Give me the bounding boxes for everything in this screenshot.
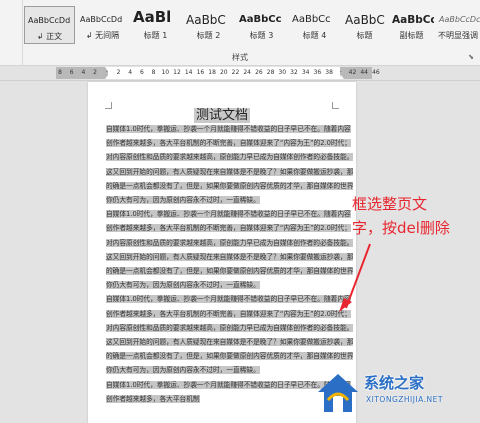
ruler-tick-label: 12 [173, 69, 181, 76]
style-no-spacing[interactable]: AaBbCcDd ↲ 无间隔 [77, 6, 128, 44]
ruler-tick-label: 10 [161, 69, 170, 76]
style-preview: AaBbCc [239, 14, 282, 25]
style-preview: AaBbCc [392, 14, 434, 26]
ruler-tick-label: 24 [243, 69, 252, 76]
style-preview: AaBbC [186, 13, 226, 27]
style-label: ↲ 无间隔 [85, 31, 120, 40]
style-preview: AaBbC [345, 13, 385, 27]
style-label: 不明显强调 [438, 31, 478, 40]
ruler-tick-label: 4 [81, 69, 86, 76]
selected-text: 自媒体1.0时代，拳搬运、抄袭一个月就能赚得不错收益的日子早已不在。随着内容创作… [106, 210, 354, 290]
first-line-indent-marker[interactable] [105, 67, 111, 71]
selected-text: 自媒体1.0时代，拳搬运、抄袭一个月就能赚得不错收益的日子早已不在。随着内容创作… [106, 295, 354, 375]
paragraph: 自媒体1.0时代，拳搬运、抄袭一个月就能赚得不错收益的日子早已不在。随着内容创作… [106, 122, 354, 207]
style-heading-1[interactable]: AaBl 标题 1 [130, 6, 181, 44]
ruler-tick-label: 30 [278, 69, 287, 76]
document-title: 测试文档 [88, 104, 356, 123]
style-heading-4[interactable]: AaBbCc 标题 4 [289, 6, 340, 44]
ruler-tick-label: 34 [301, 69, 310, 76]
ruler-tick-label: 14 [184, 69, 193, 76]
style-label: 副标题 [399, 31, 424, 40]
style-label: 标题 2 [196, 31, 221, 40]
ruler-tick-label: 36 [313, 69, 322, 76]
house-logo-icon [318, 374, 358, 412]
ruler-tick-label: 26 [255, 69, 263, 76]
horizontal-ruler[interactable]: 8 6 4 2 · 2 4 6 8 10 12 14 16 18 20 22 24 26 28 30 32 34 36 38 ·… [0, 66, 480, 81]
ruler-tick-label: 18 [208, 69, 216, 76]
dialog-launcher-icon[interactable]: ⬊ [468, 53, 474, 61]
ruler-tick-label: 6 [69, 69, 74, 76]
hanging-indent-marker[interactable] [105, 75, 111, 79]
styles-ribbon: AaBbCcDd ↲ 正文 AaBbCcDd ↲ 无间隔 AaBl 标题 1 A… [0, 0, 480, 66]
annotation-text: 框选整页文 字，按del删除 [352, 192, 478, 240]
style-label: 标题 4 [302, 31, 327, 40]
ruler-tick-label: 8 [58, 69, 62, 76]
style-label: ↲ 正文 [36, 32, 63, 41]
ruler-tick-label: 8 [151, 69, 156, 76]
style-preview: AaBbCcDd [80, 15, 123, 24]
watermark-url: XITONGZHIJIA.NET [366, 395, 443, 404]
style-preview: AaBl [133, 8, 172, 26]
style-label: 标题 [356, 31, 373, 40]
watermark-name: 系统之家 [364, 374, 425, 392]
style-title[interactable]: AaBbC 标题 [342, 6, 387, 44]
document-title-text: 测试文档 [193, 108, 250, 123]
ruler-tick-label: 16 [196, 69, 205, 76]
right-indent-marker[interactable] [338, 75, 344, 79]
ruler-tick-label: 28 [266, 69, 275, 76]
annotation-line-1: 框选整页文 [352, 195, 428, 213]
ruler-tick-label: 42 [348, 69, 357, 76]
style-subtitle[interactable]: AaBbCc 副标题 [389, 6, 434, 44]
watermark-logo: 系统之家 XITONGZHIJIA.NET [312, 364, 480, 423]
ruler-tick-label: 32 [290, 69, 298, 76]
style-label: 标题 1 [143, 31, 168, 40]
ruler-tick-label: 38 [325, 69, 333, 76]
ruler-tick-label: 44 [360, 69, 369, 76]
ruler-tick-label: 46 [372, 69, 380, 76]
annotation-arrow-icon [339, 243, 371, 312]
styles-group-label: 样式 [232, 53, 248, 62]
selected-text: 自媒体1.0时代，拳搬运、抄袭一个月就能赚得不错收益的日子早已不在。随着内容创作… [106, 125, 354, 205]
styles-gallery: AaBbCcDd ↲ 正文 AaBbCcDd ↲ 无间隔 AaBl 标题 1 A… [24, 6, 480, 46]
style-heading-3[interactable]: AaBbCc 标题 3 [236, 6, 287, 44]
style-label: 标题 3 [249, 31, 274, 40]
ruler-tick-label: 6 [139, 69, 144, 76]
annotation-line-2: 字，按del删除 [352, 219, 450, 237]
ruler-tick-label: 2 [93, 69, 98, 76]
ruler-tick-label: 4 [128, 69, 133, 76]
style-preview: AaBbCcDc [439, 15, 480, 24]
ruler-tick-label: 20 [219, 69, 228, 76]
ruler-tick-label: 22 [231, 69, 240, 76]
style-heading-2[interactable]: AaBbC 标题 2 [183, 6, 234, 44]
style-normal[interactable]: AaBbCcDd ↲ 正文 [24, 6, 75, 44]
style-subtle-emphasis[interactable]: AaBbCcDc 不明显强调 [436, 6, 480, 44]
style-preview: AaBbCc [292, 14, 331, 25]
ruler-tick-label: 2 [116, 69, 121, 76]
paragraph: 自媒体1.0时代，拳搬运、抄袭一个月就能赚得不错收益的日子早已不在。随着内容创作… [106, 207, 354, 292]
style-preview: AaBbCcDd [28, 16, 71, 25]
